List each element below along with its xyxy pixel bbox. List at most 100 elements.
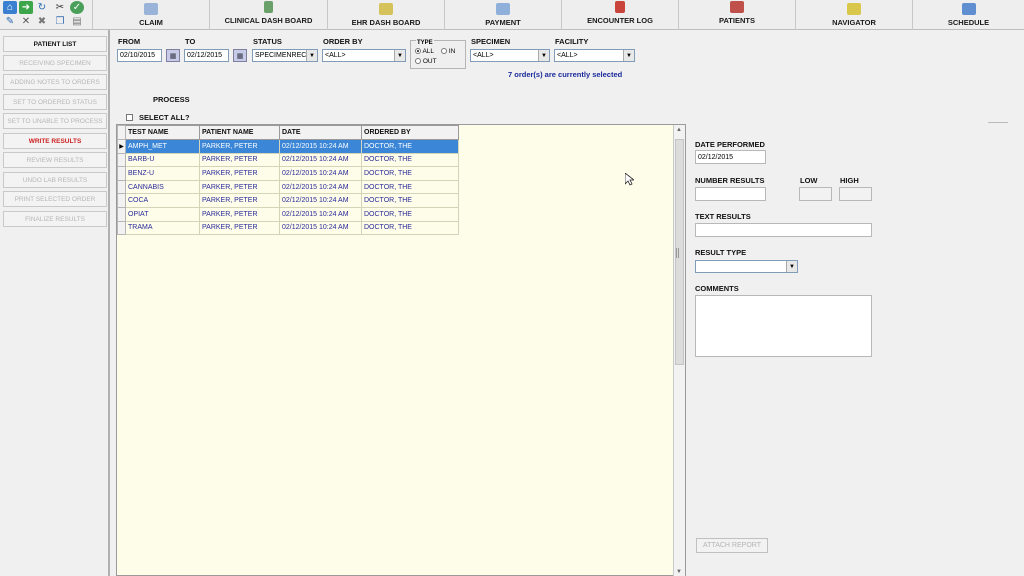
copy-icon[interactable]: ❐	[53, 15, 67, 28]
cell-test-name[interactable]: OPIAT	[125, 206, 200, 222]
cell-test-name[interactable]: AMPH_MET	[125, 139, 200, 154]
specimen-dropdown[interactable]: <ALL> ▼	[470, 49, 550, 62]
cell-ordered-by[interactable]: DOCTOR, THE	[361, 193, 459, 208]
sidebar-item-write-results[interactable]: WRITE RESULTS	[3, 133, 107, 149]
cell-test-name[interactable]: CANNABIS	[125, 179, 200, 195]
home-icon[interactable]: ⌂	[3, 1, 17, 14]
ehr-dashboard-button[interactable]: EHR DASH BOARD	[327, 0, 444, 30]
sidebar-item-label: UNDO LAB RESULTS	[22, 176, 88, 184]
paste-icon[interactable]: ▤	[70, 15, 84, 28]
scroll-down-icon[interactable]: ▼	[676, 569, 682, 575]
table-row[interactable]: OPIAT PARKER, PETER 02/12/2015 10:24 AM …	[117, 206, 459, 222]
type-radio-out[interactable]: OUT	[415, 58, 437, 65]
cell-patient-name[interactable]: PARKER, PETER	[199, 152, 280, 168]
cell-test-name[interactable]: BENZ-U	[125, 166, 200, 181]
forward-icon[interactable]: ➜	[19, 1, 33, 14]
result-type-dropdown[interactable]: ▼	[695, 260, 798, 273]
cell-test-name[interactable]: BARB-U	[125, 152, 200, 168]
cell-patient-name[interactable]: PARKER, PETER	[199, 220, 280, 236]
pencil-icon[interactable]: ✎	[3, 15, 17, 28]
cell-ordered-by[interactable]: DOCTOR, THE	[361, 220, 459, 236]
cell-date[interactable]: 02/12/2015 10:24 AM	[279, 152, 362, 168]
sidebar-item-finalize-results[interactable]: FINALIZE RESULTS	[3, 211, 107, 227]
high-field[interactable]	[839, 187, 872, 201]
scroll-up-icon[interactable]: ▲	[676, 127, 682, 133]
schedule-button[interactable]: SCHEDULE	[912, 0, 1024, 30]
low-field[interactable]	[799, 187, 832, 201]
navigator-button[interactable]: NAVIGATOR	[795, 0, 912, 30]
cell-ordered-by[interactable]: DOCTOR, THE	[361, 166, 459, 181]
scissors-icon[interactable]: ✂	[53, 1, 67, 14]
clinical-dashboard-button[interactable]: CLINICAL DASH BOARD	[209, 0, 327, 30]
column-header-ordered-by[interactable]: ORDERED BY	[361, 125, 459, 140]
sidebar-item-receiving-specimen[interactable]: RECEIVING SPECIMEN	[3, 55, 107, 71]
cell-date[interactable]: 02/12/2015 10:24 AM	[279, 139, 362, 154]
date-performed-field[interactable]: 02/12/2015	[695, 150, 766, 164]
panel-splitter-handle[interactable]	[676, 248, 679, 258]
type-all-label: ALL	[422, 48, 435, 55]
grid-vertical-scrollbar[interactable]: ▲ ▼	[673, 125, 685, 576]
cell-ordered-by[interactable]: DOCTOR, THE	[361, 179, 459, 195]
delete-icon[interactable]: ✖	[35, 15, 49, 28]
cell-ordered-by[interactable]: DOCTOR, THE	[361, 139, 459, 154]
select-all-checkbox[interactable]: SELECT ALL?	[126, 113, 190, 122]
collapse-handle[interactable]	[988, 122, 1008, 124]
cell-patient-name[interactable]: PARKER, PETER	[199, 206, 280, 222]
column-header-test-name[interactable]: TEST NAME	[125, 125, 200, 140]
to-date-field[interactable]: 02/12/2015	[184, 49, 229, 62]
column-header-date[interactable]: DATE	[279, 125, 362, 140]
cell-date[interactable]: 02/12/2015 10:24 AM	[279, 220, 362, 236]
payment-button[interactable]: PAYMENT	[444, 0, 561, 30]
cell-patient-name[interactable]: PARKER, PETER	[199, 179, 280, 195]
sidebar-item-set-ordered[interactable]: SET TO ORDERED STATUS	[3, 94, 107, 110]
cell-test-name[interactable]: COCA	[125, 193, 200, 208]
cell-date[interactable]: 02/12/2015 10:24 AM	[279, 166, 362, 181]
table-row[interactable]: BENZ-U PARKER, PETER 02/12/2015 10:24 AM…	[117, 166, 459, 181]
cell-patient-name[interactable]: PARKER, PETER	[199, 139, 280, 154]
status-label: STATUS	[253, 37, 282, 46]
status-dropdown[interactable]: SPECIMENRECI ▼	[252, 49, 318, 62]
cell-ordered-by[interactable]: DOCTOR, THE	[361, 206, 459, 222]
from-date-field[interactable]: 02/10/2015	[117, 49, 162, 62]
close-icon[interactable]: ✕	[19, 15, 33, 28]
cell-patient-name[interactable]: PARKER, PETER	[199, 193, 280, 208]
encounter-log-button[interactable]: ENCOUNTER LOG	[561, 0, 678, 30]
cell-patient-name[interactable]: PARKER, PETER	[199, 166, 280, 181]
sidebar-item-adding-notes[interactable]: ADDING NOTES TO ORDERS	[3, 74, 107, 90]
sidebar-item-label: PRINT SELECTED ORDER	[14, 195, 96, 203]
cell-ordered-by[interactable]: DOCTOR, THE	[361, 152, 459, 168]
attach-report-button[interactable]: ATTACH REPORT	[696, 538, 768, 553]
sidebar-item-undo-lab-results[interactable]: UNDO LAB RESULTS	[3, 172, 107, 188]
sidebar-item-patient-list[interactable]: PATIENT LIST	[3, 36, 107, 52]
table-header-row: TEST NAME PATIENT NAME DATE ORDERED BY	[117, 125, 459, 140]
table-row[interactable]: ▶ AMPH_MET PARKER, PETER 02/12/2015 10:2…	[117, 139, 459, 154]
claim-button[interactable]: CLAIM	[92, 0, 209, 30]
cell-date[interactable]: 02/12/2015 10:24 AM	[279, 206, 362, 222]
table-row[interactable]: CANNABIS PARKER, PETER 02/12/2015 10:24 …	[117, 179, 459, 195]
to-calendar-icon[interactable]: ▦	[233, 49, 247, 62]
result-type-label: RESULT TYPE	[695, 248, 747, 257]
order-by-dropdown[interactable]: <ALL> ▼	[322, 49, 406, 62]
number-results-field[interactable]	[695, 187, 766, 201]
comments-textarea[interactable]	[695, 295, 872, 357]
patients-button[interactable]: PATIENTS	[678, 0, 795, 30]
table-row[interactable]: BARB-U PARKER, PETER 02/12/2015 10:24 AM…	[117, 152, 459, 168]
sidebar-item-print-selected[interactable]: PRINT SELECTED ORDER	[3, 191, 107, 207]
type-radio-all[interactable]: ALL	[415, 48, 434, 55]
cell-date[interactable]: 02/12/2015 10:24 AM	[279, 179, 362, 195]
sidebar-item-review-results[interactable]: REVIEW RESULTS	[3, 152, 107, 168]
facility-dropdown[interactable]: <ALL> ▼	[554, 49, 635, 62]
refresh-icon[interactable]: ↻	[35, 1, 49, 14]
type-in-label: IN	[448, 48, 456, 55]
row-header-corner	[117, 125, 126, 140]
table-row[interactable]: TRAMA PARKER, PETER 02/12/2015 10:24 AM …	[117, 220, 459, 236]
cell-test-name[interactable]: TRAMA	[125, 220, 200, 236]
sidebar-item-set-unable[interactable]: SET TO UNABLE TO PROCESS	[3, 113, 107, 129]
type-radio-in[interactable]: IN	[441, 48, 455, 55]
column-header-patient-name[interactable]: PATIENT NAME	[199, 125, 280, 140]
text-results-field[interactable]	[695, 223, 872, 237]
table-row[interactable]: COCA PARKER, PETER 02/12/2015 10:24 AM D…	[117, 193, 459, 208]
cell-date[interactable]: 02/12/2015 10:24 AM	[279, 193, 362, 208]
from-calendar-icon[interactable]: ▦	[166, 49, 180, 62]
globe-icon[interactable]: ✓	[70, 1, 84, 14]
